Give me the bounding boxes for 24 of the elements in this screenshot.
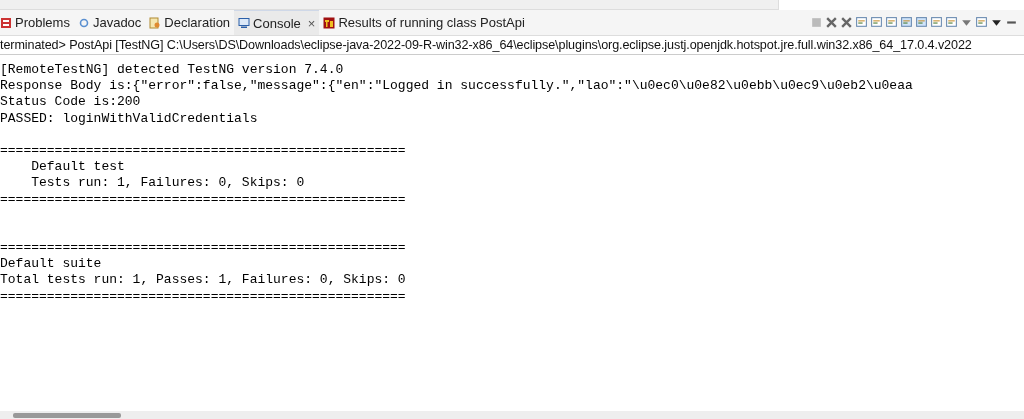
console-line: ==================================================== xyxy=(0,288,406,304)
console-line: Response Body is:{"error":false,"message":{"en":"Logged in successfully.","lao":"\u0ec0\u0e82\u0ebb\u0ec9\u0eb2\u0eaa xyxy=(0,78,913,94)
console-line: ==================================================== xyxy=(0,142,406,158)
console-line: PASSED: loginWithValidCredentials xyxy=(0,110,258,126)
console-line: ==================================================== xyxy=(0,191,406,207)
console-line: [RemoteTestNG] detected TestNG version 7.4.0 xyxy=(0,62,344,77)
console-line: Default suite xyxy=(0,256,102,272)
at-sign-icon xyxy=(77,16,90,29)
monitor-icon xyxy=(238,17,251,29)
view-tab[interactable]: Declaration xyxy=(145,10,235,35)
console-line: Tests run: 1, Failures: 0, Skips: 0 xyxy=(30,175,305,191)
testng-icon xyxy=(323,16,336,29)
close-tab-button[interactable]: × xyxy=(307,15,316,31)
console-line: Status Code is:200 xyxy=(0,94,141,110)
horizontal-scrollbar[interactable] xyxy=(0,411,1024,419)
declaration-icon xyxy=(149,16,162,29)
console-line: Default test xyxy=(30,159,125,175)
console-line: ==================================================== xyxy=(0,240,406,256)
view-tab[interactable]: Javadoc xyxy=(73,10,146,35)
console-line: Total tests run: 1, Passes: 1, Failures: 0, Skips: 0 xyxy=(0,272,406,288)
view-tab[interactable]: Problems xyxy=(0,10,74,35)
view-tab[interactable]: Console × xyxy=(234,10,320,35)
view-tab[interactable]: Results of running class PostApi xyxy=(319,10,529,35)
console-header: terminated> PostApi [TestNG] C:\Users\DS\Downloads\eclipse-java-2022-09-R-win32-x86_64\eclipse\plugins\org.eclipse.justj.openjdk.hotspot.jre.full.win32.x86_64_17.0.4.v2022 xyxy=(0,36,1024,55)
